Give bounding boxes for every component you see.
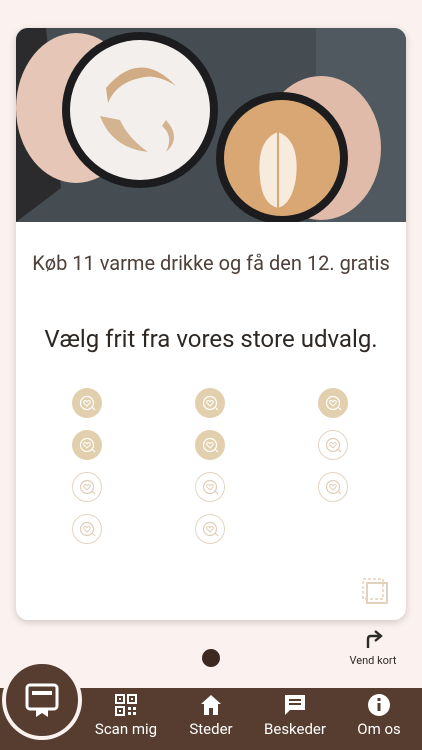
stamp-icon: [318, 430, 348, 460]
loyalty-card: Køb 11 varme drikke og få den 12. gratis…: [16, 28, 406, 620]
card-corner-icon: [362, 578, 388, 604]
stamp-icon: [72, 472, 102, 502]
stamp-icon: [318, 388, 348, 418]
nav-label: Beskeder: [264, 720, 326, 738]
loyalty-card-icon: [25, 683, 59, 717]
stamp-icon: [195, 430, 225, 460]
stamp-icon: [195, 472, 225, 502]
stamp-icon: [72, 388, 102, 418]
info-icon: [368, 694, 390, 716]
flip-card-label: Vend kort: [349, 654, 397, 667]
nav-label: Scan mig: [94, 720, 158, 738]
stamp-grid: [16, 388, 406, 558]
nav-label: Steder: [189, 720, 233, 738]
qr-code-icon: [115, 694, 137, 716]
loyalty-card-button[interactable]: [2, 660, 82, 740]
home-icon: [201, 695, 221, 715]
flip-card-button[interactable]: Vend kort: [338, 628, 408, 672]
coffee-photo: [16, 28, 406, 222]
offer-title: Køb 11 varme drikke og få den 12. gratis: [32, 251, 390, 275]
page-indicator-dot[interactable]: [202, 649, 220, 667]
nav-label: Om os: [357, 720, 401, 738]
message-icon: [285, 695, 305, 715]
stamp-icon: [195, 388, 225, 418]
stamp-icon: [72, 430, 102, 460]
stamp-icon: [195, 514, 225, 544]
nav-steder[interactable]: Steder: [184, 692, 238, 746]
offer-subtitle: Vælg frit fra vores store udvalg.: [44, 325, 378, 353]
nav-om-os[interactable]: Om os: [352, 692, 406, 746]
nav-scan-mig[interactable]: Scan mig: [92, 692, 160, 746]
stamp-icon: [318, 472, 348, 502]
stamp-icon: [72, 514, 102, 544]
flip-arrow-icon: [366, 630, 383, 648]
nav-beskeder[interactable]: Beskeder: [258, 692, 332, 746]
